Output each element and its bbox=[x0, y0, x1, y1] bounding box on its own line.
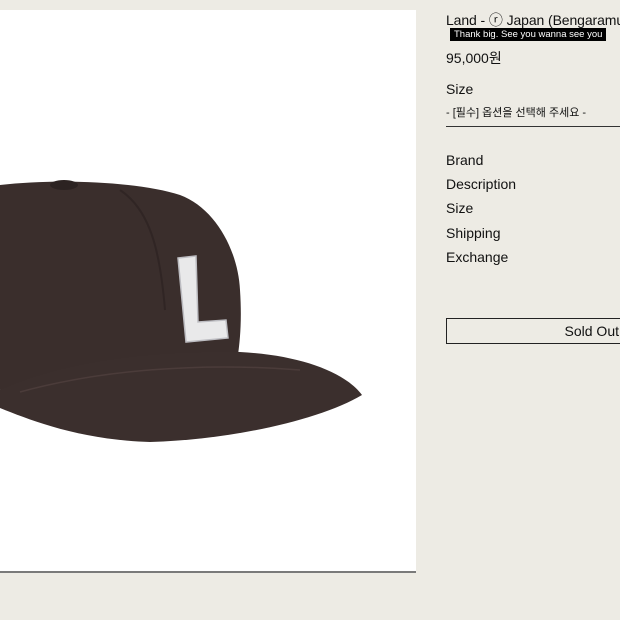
baseball-cap-image bbox=[0, 180, 362, 442]
menu-exchange[interactable]: Exchange bbox=[446, 249, 508, 265]
product-info: Land - ⓡ Japan (Bengaramud) Thank big. S… bbox=[446, 0, 620, 620]
size-option-select[interactable]: - [필수] 옵션을 선택해 주세요 - bbox=[446, 104, 620, 127]
image-divider bbox=[0, 571, 416, 573]
menu-size[interactable]: Size bbox=[446, 200, 473, 216]
product-title: Land - ⓡ Japan (Bengaramud) bbox=[446, 12, 620, 28]
menu-brand[interactable]: Brand bbox=[446, 152, 483, 168]
sold-out-button[interactable]: Sold Out bbox=[446, 318, 620, 344]
product-price: 95,000원 bbox=[446, 50, 502, 66]
size-label: Size bbox=[446, 81, 474, 97]
menu-description[interactable]: Description bbox=[446, 176, 516, 192]
menu-shipping[interactable]: Shipping bbox=[446, 225, 501, 241]
promo-badge: Thank big. See you wanna see you bbox=[450, 28, 607, 41]
product-image-panel bbox=[0, 10, 416, 573]
